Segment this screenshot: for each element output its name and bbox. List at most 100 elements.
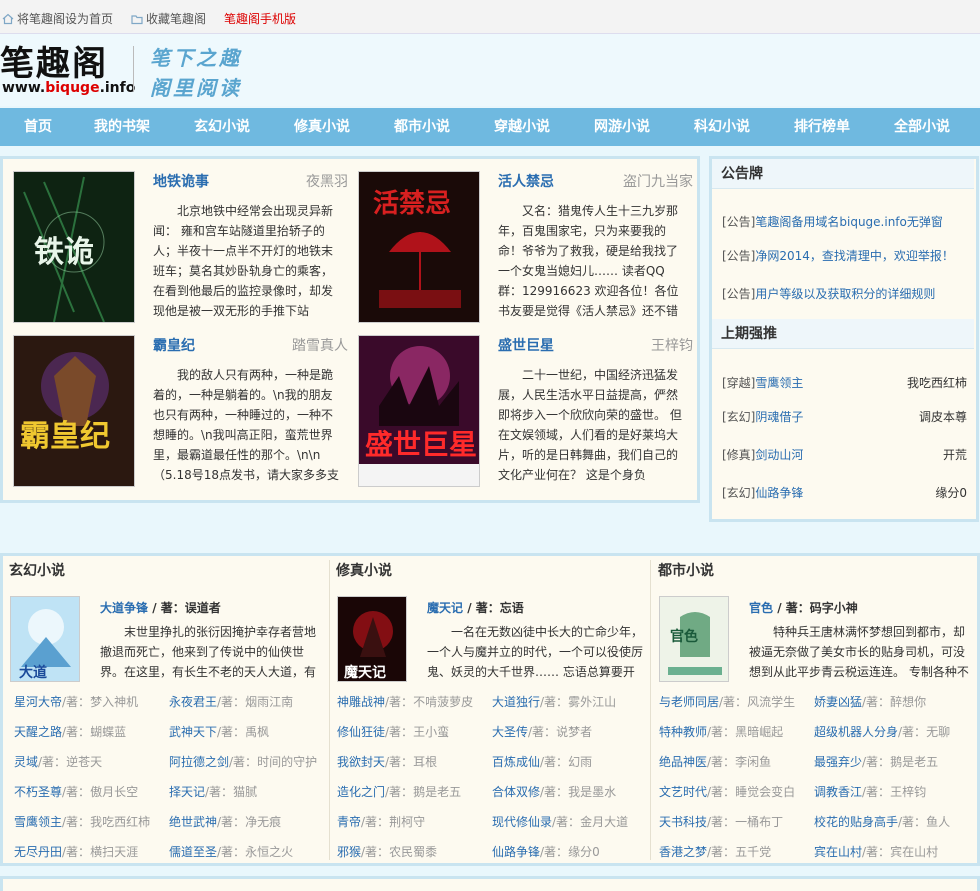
logo-slogan-1: 笔下之趣 (150, 46, 242, 70)
notice-item[interactable]: [公告]用户等级以及获取积分的详细规则 (722, 285, 935, 302)
list-item[interactable]: 娇妻凶猛/著：醉想你 (814, 693, 969, 710)
category-column-xiuzhen: 修真小说 魔天记 魔天记 / 著：忘语 一名在无数凶徒中长大的亡命少年，一个人与… (330, 556, 650, 864)
featured-panel: 铁诡 地铁诡事 夜黑羽 北京地铁中经常会出现灵异新闻： 雍和宫车站隧道里抬轿子的… (0, 156, 700, 503)
ranking-item[interactable]: [玄幻]阴魂借子 调皮本尊 (722, 408, 967, 428)
svg-text:魔天记: 魔天记 (344, 664, 386, 681)
list-item[interactable]: 天书科技/著：一桶布丁 (659, 813, 814, 830)
list-item[interactable]: 最强弃少/著：鹅是老五 (814, 753, 969, 770)
list-item[interactable]: 特种教师/著：黑暗崛起 (659, 723, 814, 740)
book-description: 我的敌人只有两种，一种是跪着的，一种是躺着的。\n我的朋友也只有两种，一种睡过的… (153, 368, 339, 481)
list-item[interactable]: 邪猴/著：农民蜀黍 (337, 843, 492, 860)
book-title[interactable]: 地铁诡事 (153, 171, 209, 191)
svg-text:大道: 大道 (19, 664, 47, 681)
list-item[interactable]: 仙路争锋/著：缘分0 (492, 843, 647, 860)
list-item[interactable]: 我欲封天/著：耳根 (337, 753, 492, 770)
book-cover[interactable]: 魔天记 (337, 596, 407, 682)
list-item[interactable]: 绝品神医/著：李闲鱼 (659, 753, 814, 770)
next-category-panel (0, 876, 980, 891)
list-item[interactable]: 修仙狂徒/著：王小蛮 (337, 723, 492, 740)
list-item[interactable]: 青帝/著：荆柯守 (337, 813, 492, 830)
book-title[interactable]: 盛世巨星 (498, 335, 554, 355)
book-cover[interactable]: 铁诡 (13, 171, 135, 323)
book-cover[interactable]: 霸皇纪 (13, 335, 135, 487)
svg-text:盛世巨星: 盛世巨星 (365, 428, 477, 461)
main-nav: 首页 我的书架 玄幻小说 修真小说 都市小说 穿越小说 网游小说 科幻小说 排行… (0, 108, 980, 146)
featured-book: 活禁忌 活人禁忌 盗门九当家 又名：猎鬼传人生十三九岁那年，百鬼围家宅，只为来要… (358, 171, 693, 327)
list-item[interactable]: 灵域/著：逆苍天 (14, 753, 169, 770)
nav-chuanyue[interactable]: 穿越小说 (494, 108, 550, 146)
ranking-item[interactable]: [穿越]雪鹰领主 我吃西红柿 (722, 374, 967, 394)
book-cover[interactable]: 盛世巨星 (358, 335, 480, 487)
notice-item[interactable]: [公告]笔趣阁备用域名biquge.info无弹窗 (722, 213, 943, 230)
folder-icon (131, 14, 143, 24)
list-item[interactable]: 武神天下/著：禹枫 (169, 723, 324, 740)
list-item[interactable]: 百炼成仙/著：幻雨 (492, 753, 647, 770)
list-item[interactable]: 不朽圣尊/著：傲月长空 (14, 783, 169, 800)
list-item[interactable]: 与老师同居/著：风流学生 (659, 693, 814, 710)
nav-kehuan[interactable]: 科幻小说 (694, 108, 750, 146)
headline-book[interactable]: 魔天记 / 著：忘语 (427, 599, 524, 616)
list-item[interactable]: 天醒之路/著：蝴蝶蓝 (14, 723, 169, 740)
category-title: 都市小说 (658, 563, 714, 579)
nav-xiuzhen[interactable]: 修真小说 (294, 108, 350, 146)
top-bar: 将笔趣阁设为首页 收藏笔趣阁 笔趣阁手机版 (0, 0, 980, 34)
nav-ranking[interactable]: 排行榜单 (794, 108, 850, 146)
list-item[interactable]: 大道独行/著：雾外江山 (492, 693, 647, 710)
list-item[interactable]: 香港之梦/著：五千党 (659, 843, 814, 860)
featured-book: 霸皇纪 霸皇纪 踏雪真人 我的敌人只有两种，一种是跪着的，一种是躺着的。\n我的… (13, 335, 348, 491)
list-item[interactable]: 择天记/著：猫腻 (169, 783, 324, 800)
set-home-link[interactable]: 将笔趣阁设为首页 (2, 10, 113, 27)
nav-wangyou[interactable]: 网游小说 (594, 108, 650, 146)
list-item[interactable]: 现代修仙录/著：金月大道 (492, 813, 647, 830)
list-item[interactable]: 阿拉德之剑/著：时间的守护 (169, 753, 324, 770)
category-column-xuanhuan: 玄幻小说 大道 大道争锋 / 著：误道者 末世里挣扎的张衍因掩护幸存者营地撤退而… (3, 556, 329, 864)
book-cover[interactable]: 官色 (659, 596, 729, 682)
logo-name: 笔趣阁 (0, 44, 108, 84)
book-title[interactable]: 霸皇纪 (153, 335, 195, 355)
headline-description: 特种兵王唐林满怀梦想回到都市，却被逼无奈做了美女市长的贴身司机，可没想到从此平步… (749, 625, 969, 679)
book-cover[interactable]: 大道 (10, 596, 80, 682)
bookmark-link[interactable]: 收藏笔趣阁 (131, 10, 206, 27)
list-item[interactable]: 永夜君王/著：烟雨江南 (169, 693, 324, 710)
list-item[interactable]: 文艺时代/著：睡觉会变白 (659, 783, 814, 800)
svg-text:官色: 官色 (670, 628, 698, 645)
list-item[interactable]: 调教香江/著：王梓钧 (814, 783, 969, 800)
mobile-version-label: 笔趣阁手机版 (224, 12, 297, 26)
list-item[interactable]: 绝世武神/著：净无痕 (169, 813, 324, 830)
featured-book: 铁诡 地铁诡事 夜黑羽 北京地铁中经常会出现灵异新闻： 雍和宫车站隧道里抬轿子的… (13, 171, 348, 327)
list-item[interactable]: 合体双修/著：我是墨水 (492, 783, 647, 800)
book-author: 踏雪真人 (292, 338, 348, 354)
list-item[interactable]: 星河大帝/著：梦入神机 (14, 693, 169, 710)
nav-home[interactable]: 首页 (24, 108, 52, 146)
ranking-item[interactable]: [玄幻]仙路争锋 缘分0 (722, 484, 967, 504)
list-item[interactable]: 无尽丹田/著：横扫天涯 (14, 843, 169, 860)
book-author: 王梓钧 (651, 338, 693, 354)
bookmark-label: 收藏笔趣阁 (146, 12, 207, 26)
nav-xuanhuan[interactable]: 玄幻小说 (194, 108, 250, 146)
book-description: 北京地铁中经常会出现灵异新闻： 雍和宫车站隧道里抬轿子的人；半夜十一点半不开灯的… (153, 204, 334, 317)
list-item[interactable]: 神雕战神/著：不啃菠萝皮 (337, 693, 492, 710)
list-item[interactable]: 造化之门/著：鹅是老五 (337, 783, 492, 800)
book-description: 二十一世纪，中国经济迅猛发展，人民生活水平日益提高，俨然即将步入一个欣欣向荣的盛… (498, 368, 682, 481)
notice-item[interactable]: [公告]净网2014，查找清理中，欢迎举报！ (722, 247, 954, 264)
list-item[interactable]: 儒道至圣/著：永恒之火 (169, 843, 324, 860)
list-item[interactable]: 宾在山村/著：宾在山村 (814, 843, 969, 860)
svg-text:活禁忌: 活禁忌 (373, 189, 451, 219)
nav-all[interactable]: 全部小说 (894, 108, 950, 146)
ranking-item[interactable]: [修真]剑动山河 开荒 (722, 446, 967, 466)
nav-bookshelf[interactable]: 我的书架 (94, 108, 150, 146)
mobile-version-link[interactable]: 笔趣阁手机版 (224, 10, 296, 27)
headline-book[interactable]: 大道争锋 / 著：误道者 (100, 599, 221, 616)
list-item[interactable]: 雪鹰领主/著：我吃西红柿 (14, 813, 169, 830)
headline-book[interactable]: 官色 / 著：码字小神 (749, 599, 858, 616)
site-header: 笔趣阁 www.biquge.info 笔下之趣 阁里阅读 (0, 34, 980, 106)
nav-dushi[interactable]: 都市小说 (394, 108, 450, 146)
category-title: 修真小说 (336, 563, 392, 579)
site-logo[interactable]: 笔趣阁 www.biquge.info 笔下之趣 阁里阅读 (0, 36, 250, 102)
book-cover[interactable]: 活禁忌 (358, 171, 480, 323)
column-divider (650, 560, 651, 860)
list-item[interactable]: 大圣传/著：说梦者 (492, 723, 647, 740)
list-item[interactable]: 超级机器人分身/著：无聊 (814, 723, 969, 740)
book-title[interactable]: 活人禁忌 (498, 171, 554, 191)
list-item[interactable]: 校花的贴身高手/著：鱼人 (814, 813, 969, 830)
